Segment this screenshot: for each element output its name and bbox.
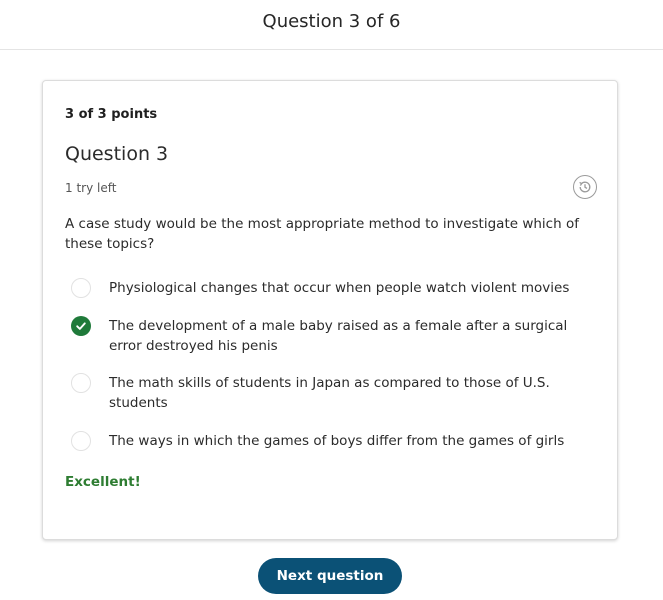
radio-button[interactable] — [71, 431, 91, 451]
top-bar: Question 3 of 6 — [0, 0, 663, 50]
feedback-message: Excellent! — [65, 474, 141, 490]
radio-button[interactable] — [71, 373, 91, 393]
answer-option-label: Physiological changes that occur when pe… — [109, 280, 570, 296]
answer-option-label: The ways in which the games of boys diff… — [109, 433, 565, 449]
answer-option-2[interactable]: The development of a male baby raised as… — [71, 316, 581, 356]
radio-button-selected[interactable] — [71, 316, 91, 336]
points-score: 3 of 3 points — [65, 107, 158, 122]
next-question-button[interactable]: Next question — [258, 558, 402, 594]
question-title: Question 3 — [65, 143, 169, 165]
answer-option-label: The math skills of students in Japan as … — [109, 375, 550, 411]
radio-button[interactable] — [71, 278, 91, 298]
answer-option-4[interactable]: The ways in which the games of boys diff… — [71, 431, 581, 451]
question-counter: Question 3 of 6 — [262, 11, 401, 32]
question-text: A case study would be the most appropria… — [65, 216, 579, 252]
checkmark-icon — [76, 322, 86, 330]
tries-left: 1 try left — [65, 181, 117, 195]
answer-option-3[interactable]: The math skills of students in Japan as … — [71, 373, 581, 413]
question-card: 3 of 3 points Question 3 1 try left A ca… — [42, 80, 618, 540]
history-button[interactable] — [573, 175, 597, 199]
answer-option-1[interactable]: Physiological changes that occur when pe… — [71, 278, 581, 298]
history-icon — [579, 181, 591, 193]
answer-option-label: The development of a male baby raised as… — [109, 318, 568, 354]
